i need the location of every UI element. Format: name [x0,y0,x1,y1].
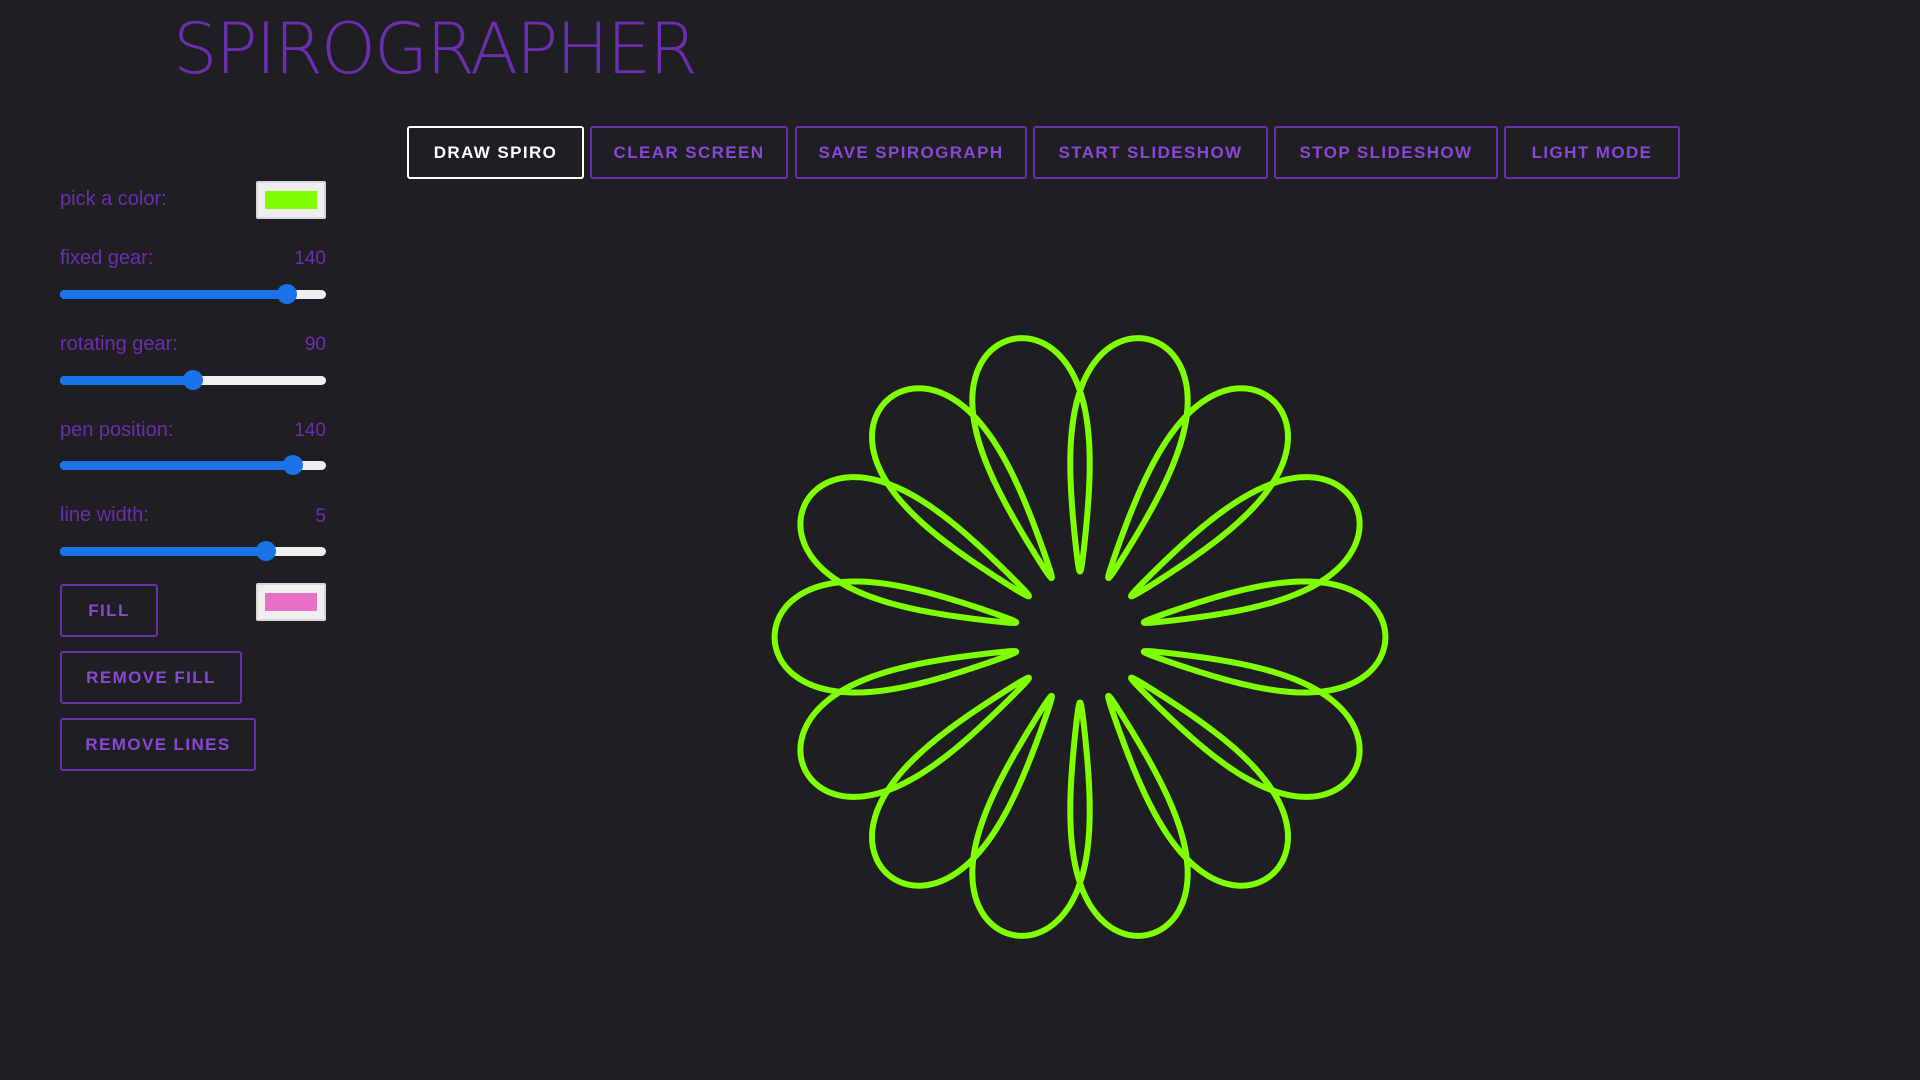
save-spirograph-button[interactable]: SAVE SPIROGRAPH [795,126,1027,179]
fixed-gear-slider[interactable] [60,282,326,306]
fixed-gear-thumb[interactable] [277,284,298,304]
fixed-gear-value: 140 [294,248,326,269]
spirograph-curve [771,335,1389,939]
app-title: SPIROGRAPHER [173,8,698,90]
fixed-gear-track-fill [60,290,288,299]
pen-position-label: pen position: [60,419,174,441]
line-width-slider[interactable] [60,539,326,563]
rotating-gear-track-fill [60,376,193,385]
remove-lines-button[interactable]: REMOVE LINES [60,718,256,771]
line-width-track-fill [60,547,267,556]
rotating-gear-label: rotating gear: [60,333,178,355]
line-width-thumb[interactable] [256,541,277,561]
pen-position-track-fill [60,461,293,470]
remove-fill-button[interactable]: REMOVE FILL [60,651,242,704]
spirograph-svg [771,335,1389,939]
rotating-gear-value: 90 [304,334,326,355]
clear-screen-button[interactable]: CLEAR SCREEN [590,126,788,179]
line-width-label: line width: [60,504,149,526]
stroke-color-swatch [265,191,317,209]
line-width-track [60,547,326,556]
spirograph-canvas[interactable] [407,190,1687,1070]
pen-position-thumb[interactable] [282,455,303,475]
stop-slideshow-button[interactable]: STOP SLIDESHOW [1274,126,1498,179]
color-label: pick a color: [60,188,167,210]
line-width-value: 5 [315,506,326,527]
start-slideshow-button[interactable]: START SLIDESHOW [1033,126,1268,179]
rotating-gear-slider[interactable] [60,368,326,392]
fill-color-swatch [265,593,317,611]
pen-position-slider[interactable] [60,453,326,477]
fill-button[interactable]: FILL [60,584,158,637]
fill-color-picker[interactable] [256,583,326,621]
draw-spiro-button[interactable]: DRAW SPIRO [407,126,584,179]
fixed-gear-label: fixed gear: [60,247,154,269]
pen-position-value: 140 [294,420,326,441]
stroke-color-picker[interactable] [256,181,326,219]
rotating-gear-thumb[interactable] [183,370,203,390]
light-mode-button[interactable]: LIGHT MODE [1504,126,1680,179]
